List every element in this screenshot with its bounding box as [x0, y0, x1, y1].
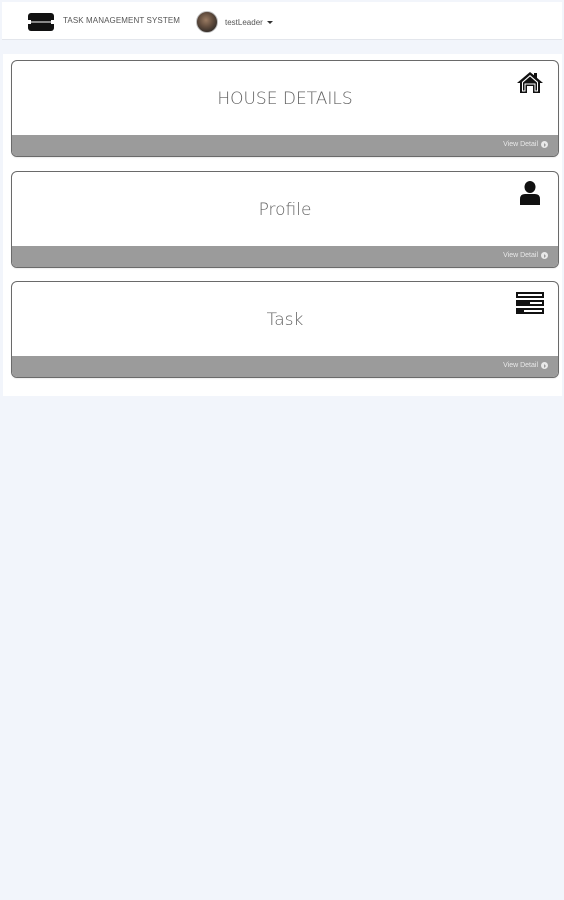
app-title: TASK MANAGEMENT SYSTEM — [63, 16, 181, 25]
view-detail-link[interactable]: View Detail — [503, 141, 548, 148]
avatar — [196, 11, 218, 33]
card-footer: View Detail — [12, 135, 558, 156]
card-title: HOUSE DETAILS — [217, 89, 353, 109]
caret-down-icon — [266, 20, 273, 24]
dashboard-panel: HOUSE DETAILS View Detail Profile View D… — [3, 54, 562, 396]
tasks-icon — [516, 292, 544, 314]
user-menu-dropdown[interactable]: testLeader — [196, 11, 273, 33]
arrow-circle-right-icon — [541, 252, 548, 259]
arrow-circle-right-icon — [541, 141, 548, 148]
tms-logo[interactable] — [27, 12, 55, 32]
view-detail-link[interactable]: View Detail — [503, 362, 548, 369]
top-navbar: TASK MANAGEMENT SYSTEM testLeader — [2, 2, 562, 40]
home-icon — [517, 72, 543, 93]
card-footer: View Detail — [12, 246, 558, 267]
arrow-circle-right-icon — [541, 362, 548, 369]
card-title: Task — [266, 310, 304, 330]
profile-card[interactable]: Profile View Detail — [11, 171, 559, 268]
card-footer: View Detail — [12, 356, 558, 377]
task-card[interactable]: Task View Detail — [11, 281, 559, 378]
house-details-card[interactable]: HOUSE DETAILS View Detail — [11, 60, 559, 157]
user-icon — [520, 181, 540, 205]
username-label: testLeader — [225, 17, 263, 27]
view-detail-link[interactable]: View Detail — [503, 252, 548, 259]
card-title: Profile — [258, 200, 312, 220]
